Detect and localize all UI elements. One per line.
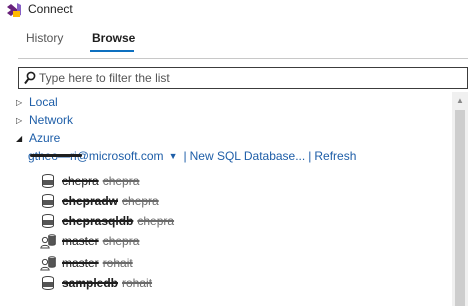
database-owner: chepra bbox=[102, 234, 140, 248]
redaction-mark bbox=[30, 154, 82, 157]
tab-browse[interactable]: Browse bbox=[92, 31, 135, 45]
filter-box[interactable] bbox=[18, 67, 468, 89]
tab-history[interactable]: History bbox=[26, 31, 63, 45]
tree-node-label: Azure bbox=[29, 131, 61, 145]
tree-node-label: Local bbox=[29, 95, 58, 109]
window-title: Connect bbox=[28, 2, 73, 16]
separator: | bbox=[183, 149, 187, 163]
scrollbar-thumb[interactable] bbox=[455, 110, 465, 306]
refresh-link[interactable]: Refresh bbox=[314, 149, 356, 163]
database-user-icon bbox=[40, 234, 56, 249]
search-icon bbox=[24, 71, 36, 85]
scroll-up-arrow-icon[interactable]: ▲ bbox=[452, 92, 468, 108]
database-name: master bbox=[62, 256, 99, 270]
active-tab-indicator bbox=[90, 50, 134, 52]
database-name: chepra bbox=[62, 174, 99, 188]
database-icon bbox=[42, 214, 54, 228]
tree-node-local[interactable]: ▷ Local bbox=[16, 94, 58, 110]
title-bar: Connect bbox=[0, 0, 474, 20]
tree-node-azure[interactable]: ◢ Azure bbox=[16, 130, 60, 146]
database-row[interactable]: master rohait bbox=[40, 254, 133, 272]
database-user-icon bbox=[40, 256, 56, 271]
tab-divider bbox=[18, 58, 468, 59]
tree-node-network[interactable]: ▷ Network bbox=[16, 112, 73, 128]
database-owner: rohait bbox=[102, 256, 133, 270]
separator: | bbox=[308, 149, 312, 163]
database-owner: rohait bbox=[122, 276, 153, 290]
database-name: chepradw bbox=[62, 194, 119, 208]
database-icon bbox=[42, 194, 54, 208]
database-icon bbox=[42, 276, 54, 290]
filter-input[interactable] bbox=[39, 68, 459, 88]
database-owner: chepra bbox=[102, 174, 140, 188]
vertical-scrollbar[interactable]: ▲ bbox=[452, 92, 468, 306]
expand-arrow-icon[interactable]: ▷ bbox=[16, 116, 29, 125]
database-row[interactable]: master chepra bbox=[40, 232, 139, 250]
database-owner: chepra bbox=[122, 194, 159, 208]
new-sql-database-link[interactable]: New SQL Database... bbox=[190, 149, 306, 163]
database-name: sampledb bbox=[62, 276, 119, 290]
collapse-arrow-icon[interactable]: ◢ bbox=[16, 134, 29, 143]
chevron-down-icon[interactable]: ▼ bbox=[169, 151, 178, 161]
database-row[interactable]: chepradw chepra bbox=[40, 192, 159, 210]
expand-arrow-icon[interactable]: ▷ bbox=[16, 98, 29, 107]
visual-studio-icon bbox=[7, 3, 21, 17]
database-name: master bbox=[62, 234, 99, 248]
database-name: cheprasqldb bbox=[62, 214, 134, 228]
database-icon bbox=[42, 174, 54, 188]
tree-node-label: Network bbox=[29, 113, 74, 127]
database-row[interactable]: sampledb rohait bbox=[40, 274, 152, 292]
database-owner: chepra bbox=[137, 214, 175, 228]
database-row[interactable]: chepra chepra bbox=[40, 172, 139, 190]
database-row[interactable]: cheprasqldb chepra bbox=[40, 212, 174, 230]
